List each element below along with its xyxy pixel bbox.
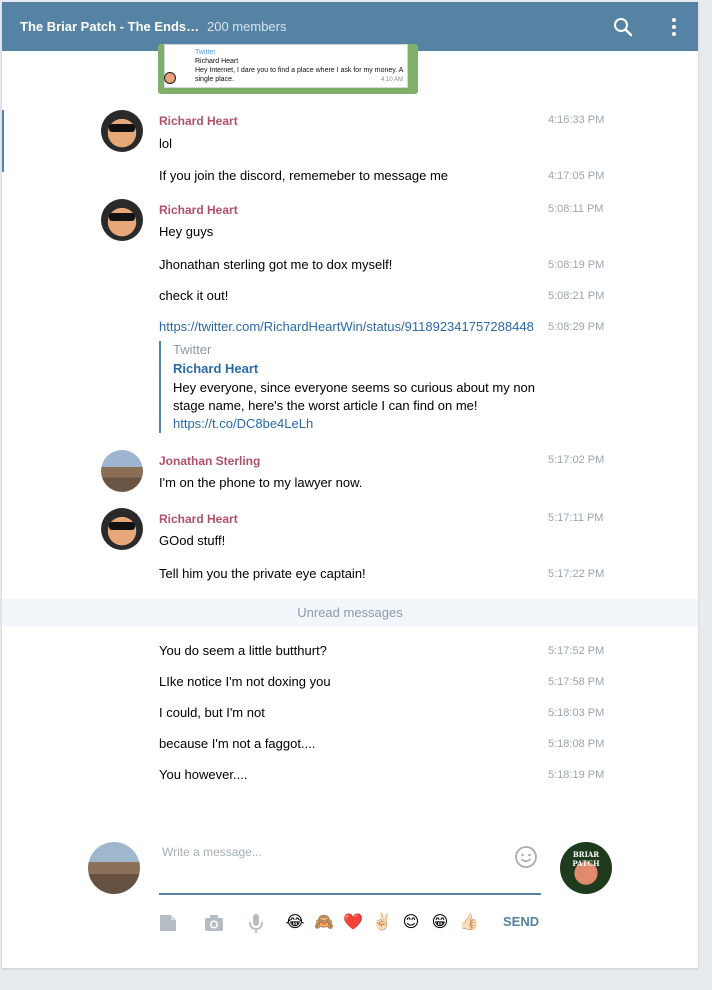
message-text: Hey guys bbox=[159, 224, 214, 239]
message-time: 5:08:21 PM bbox=[548, 290, 605, 302]
camera-icon[interactable] bbox=[203, 912, 225, 934]
emoji-joy[interactable]: 😂 bbox=[284, 912, 306, 931]
member-count[interactable]: 200 members bbox=[207, 19, 286, 34]
message-time: 5:17:02 PM bbox=[548, 454, 605, 466]
emoji-blush[interactable]: 😊 bbox=[400, 912, 422, 931]
message-time: 5:08:11 PM bbox=[548, 203, 604, 215]
message-text: I'm on the phone to my lawyer now. bbox=[159, 475, 363, 490]
avatar[interactable] bbox=[101, 508, 143, 550]
link-preview[interactable]: Twitter Richard Heart Hey everyone, sinc… bbox=[159, 341, 539, 433]
file-icon[interactable] bbox=[157, 912, 179, 934]
preview-title[interactable]: Richard Heart bbox=[173, 359, 539, 379]
selected-message-indicator bbox=[2, 110, 4, 172]
message-author[interactable]: Jonathan Sterling bbox=[159, 454, 260, 468]
message-composer[interactable] bbox=[159, 843, 541, 895]
message-time: 5:08:19 PM bbox=[548, 259, 605, 271]
send-button[interactable]: SEND bbox=[503, 914, 539, 929]
self-avatar[interactable] bbox=[88, 842, 140, 894]
search-icon[interactable] bbox=[610, 14, 636, 40]
chat-panel: The Briar Patch - The Ends… 200 members … bbox=[2, 2, 698, 968]
unread-divider: Unread messages bbox=[2, 599, 698, 626]
message-text: Tell him you the private eye captain! bbox=[159, 566, 366, 581]
message-text: If you join the discord, rememeber to me… bbox=[159, 168, 449, 183]
message-time: 5:18:08 PM bbox=[548, 738, 605, 750]
message-author[interactable]: Richard Heart bbox=[159, 512, 238, 526]
more-vertical-icon[interactable] bbox=[661, 14, 687, 40]
message-author[interactable]: Richard Heart bbox=[159, 114, 238, 128]
avatar[interactable] bbox=[101, 110, 143, 152]
message-text: You do seem a little butthurt? bbox=[159, 643, 327, 658]
tweet-text: Hey Internet, I dare you to find a place… bbox=[195, 67, 404, 83]
message-text: Jhonathan sterling got me to dox myself! bbox=[159, 257, 393, 272]
message-time: 5:17:58 PM bbox=[548, 676, 605, 688]
message-text: lol bbox=[159, 136, 173, 151]
avatar[interactable] bbox=[101, 450, 143, 492]
tweet-time: 4:10 AM bbox=[380, 77, 403, 83]
message-text: because I'm not a faggot.... bbox=[159, 736, 316, 751]
message-text: You however.... bbox=[159, 767, 248, 782]
emoji-victory[interactable]: ✌🏻 bbox=[371, 912, 393, 931]
message-time: 5:08:29 PM bbox=[548, 321, 605, 333]
microphone-icon[interactable] bbox=[245, 912, 267, 934]
emoji-thumbs-up[interactable]: 👍🏻 bbox=[458, 912, 480, 931]
tweet-site: Twitter bbox=[195, 49, 216, 56]
message-input[interactable] bbox=[162, 845, 502, 859]
message-time: 5:18:19 PM bbox=[548, 769, 605, 781]
preview-link[interactable]: https://t.co/DC8be4LeLh bbox=[173, 415, 539, 433]
message-link[interactable]: https://twitter.com/RichardHeartWin/stat… bbox=[159, 319, 534, 334]
image-attachment[interactable]: Twitter Richard Heart Hey Internet, I da… bbox=[158, 44, 418, 94]
smile-icon[interactable] bbox=[514, 845, 538, 869]
message-text: LIke notice I'm not doxing you bbox=[159, 674, 331, 689]
message-time: 5:17:11 PM bbox=[548, 512, 604, 524]
message-time: 4:17:05 PM bbox=[548, 170, 605, 182]
channel-avatar[interactable] bbox=[560, 842, 612, 894]
tweet-screenshot: Twitter Richard Heart Hey Internet, I da… bbox=[164, 44, 408, 88]
emoji-grin[interactable]: 😁 bbox=[429, 912, 451, 931]
message-text: check it out! bbox=[159, 288, 229, 303]
message-text: I could, but I'm not bbox=[159, 705, 265, 720]
preview-site: Twitter bbox=[173, 342, 212, 357]
tweet-author: Richard Heart bbox=[195, 58, 239, 65]
message-time: 5:17:52 PM bbox=[548, 645, 605, 657]
avatar[interactable] bbox=[101, 199, 143, 241]
message-time: 5:17:22 PM bbox=[548, 568, 605, 580]
message-time: 5:18:03 PM bbox=[548, 707, 605, 719]
emoji-heart[interactable]: ❤️ bbox=[342, 912, 364, 931]
emoji-see-no-evil[interactable]: 🙈 bbox=[313, 912, 335, 931]
chat-title[interactable]: The Briar Patch - The Ends… bbox=[20, 19, 199, 34]
message-author[interactable]: Richard Heart bbox=[159, 203, 238, 217]
tweet-avatar bbox=[164, 72, 176, 84]
app-window: The Briar Patch - The Ends… 200 members … bbox=[0, 0, 712, 990]
message-text: GOod stuff! bbox=[159, 533, 226, 548]
message-time: 4:16:33 PM bbox=[548, 114, 605, 126]
preview-description: Hey everyone, since everyone seems so cu… bbox=[173, 380, 536, 413]
